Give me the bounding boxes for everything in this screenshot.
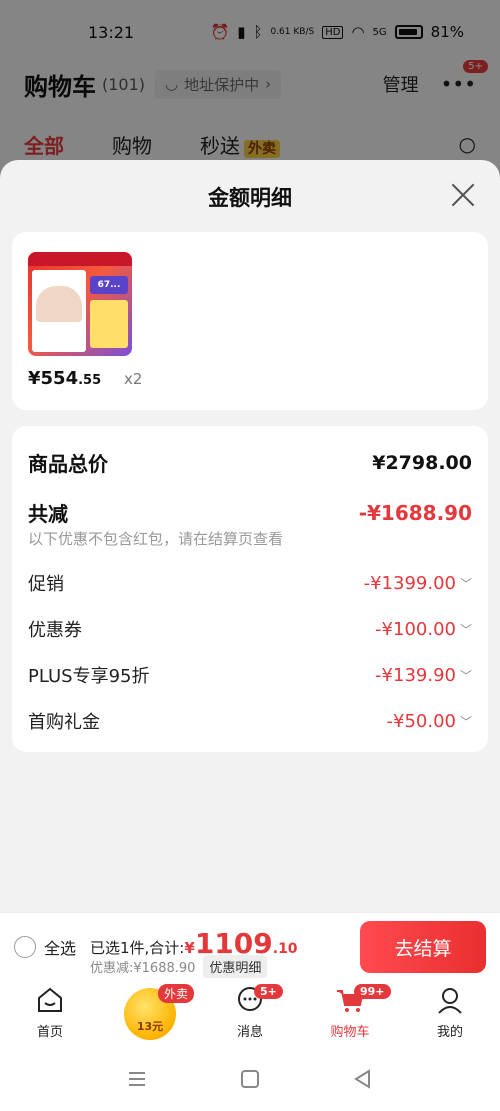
amount-detail-card: 商品总价 ¥2798.00 共减 -¥1688.90 以下优惠不包含红包，请在结… [12,426,488,752]
goods-total-value: ¥2798.00 [372,451,472,474]
chevron-down-icon: ﹀ [459,668,472,683]
coupon-value: -¥100.00 [375,618,456,640]
thumb-header [28,252,132,266]
amount-detail-sheet: 金额明细 67... ¥554.55 x2 商品总价 ¥2798.00 共减 -… [0,160,500,912]
checkout-bar: 全选 已选1件,合计:¥1109.10 优惠减:¥1688.90 优惠明细 去结… [0,912,500,980]
product-qty: x2 [124,370,143,388]
plus-row[interactable]: PLUS专享95折 -¥139.90 ﹀ [28,662,472,688]
messages-badge: 5+ [254,984,283,999]
thumb-people [36,286,82,322]
total-reduction-row: 共减 -¥1688.90 [28,498,472,527]
nav-messages[interactable]: 5+ 消息 [200,980,300,1046]
first-purchase-value: -¥50.00 [386,710,456,732]
cart-badge: 99+ [354,984,391,999]
plus-value: -¥139.90 [375,664,456,686]
system-nav-bar [0,1046,500,1111]
plus-value-wrap: -¥139.90 ﹀ [375,665,472,686]
product-price: ¥554.55 [28,368,101,389]
bottom-nav: 首页 13元 外卖 5+ 消息 99+ 购物车 我的 [0,980,500,1046]
discount-note: 以下优惠不包含红包，请在结算页查看 [28,530,284,548]
discount-text: 优惠减:¥1688.90 [90,961,196,976]
coupon-label: 优惠券 [28,620,82,641]
back-icon[interactable] [352,1068,374,1090]
home-square-icon[interactable] [239,1068,261,1090]
thumb-tag [90,300,128,348]
nav-home[interactable]: 首页 [0,980,100,1046]
promo-row[interactable]: 促销 -¥1399.00 ﹀ [28,570,472,596]
product-price-dec: .55 [78,373,102,388]
discount-detail-button[interactable]: 优惠明细 [203,955,268,978]
first-purchase-value-wrap: -¥50.00 ﹀ [387,711,473,732]
nav-messages-label: 消息 [236,1025,263,1040]
product-price-int: ¥554 [28,368,79,389]
coupon-row[interactable]: 优惠券 -¥100.00 ﹀ [28,616,472,642]
chevron-down-icon: ﹀ [459,622,472,637]
thumb-price: 67... [90,276,128,294]
total-dec: .10 [272,941,298,957]
discount-line: 优惠减:¥1688.90 优惠明细 [90,955,268,978]
promo-value: -¥1399.00 [363,572,456,594]
promo-value-wrap: -¥1399.00 ﹀ [364,573,472,594]
coupon-value-wrap: -¥100.00 ﹀ [375,619,472,640]
total-reduction-label: 共减 [28,502,68,526]
nav-mine[interactable]: 我的 [400,980,500,1046]
first-purchase-label: 首购礼金 [28,712,100,733]
recents-icon[interactable] [126,1068,148,1090]
nav-mine-label: 我的 [436,1025,463,1040]
coin-label: 13元 [136,1020,164,1033]
product-thumbnail[interactable]: 67... [28,252,132,356]
plus-label: PLUS专享95折 [28,666,150,687]
select-all-toggle[interactable]: 全选 [14,935,76,959]
coin-badge: 外卖 [158,984,195,1003]
first-purchase-row[interactable]: 首购礼金 -¥50.00 ﹀ [28,708,472,734]
promo-label: 促销 [28,574,64,595]
select-all-radio[interactable] [14,936,36,958]
product-card: 67... ¥554.55 x2 [12,232,488,410]
checkout-button[interactable]: 去结算 [360,921,486,973]
close-icon[interactable] [450,180,478,208]
goods-total-label: 商品总价 [28,452,108,476]
nav-cart-label: 购物车 [330,1025,370,1040]
home-icon [38,987,62,1012]
nav-cart[interactable]: 99+ 购物车 [300,980,400,1046]
sheet-title: 金额明细 [208,186,292,210]
goods-total-row: 商品总价 ¥2798.00 [28,448,472,477]
chevron-down-icon: ﹀ [459,714,472,729]
select-all-label: 全选 [44,939,77,958]
total-reduction-value: -¥1688.90 [358,500,472,525]
profile-icon [438,988,462,1014]
chevron-down-icon: ﹀ [459,576,472,591]
nav-waimai-coin[interactable]: 13元 外卖 [100,980,200,1046]
nav-home-label: 首页 [36,1025,63,1040]
